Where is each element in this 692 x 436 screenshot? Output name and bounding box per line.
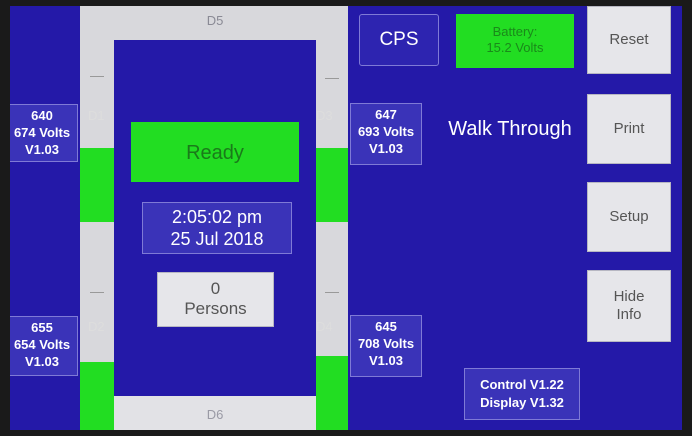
- d2-info-box: 655 654 Volts V1.03: [10, 316, 78, 376]
- left-column-mark-1: [90, 76, 104, 77]
- d3-info-box: 647 693 Volts V1.03: [350, 103, 422, 165]
- right-column-mark-1: [325, 78, 339, 79]
- date-text: 25 Jul 2018: [170, 229, 264, 249]
- hide-info-line2: Info: [616, 306, 642, 323]
- right-detector-column: [316, 6, 348, 430]
- d4-volts: 708 Volts: [357, 336, 415, 351]
- d4-indicator-green: [316, 356, 348, 430]
- reset-label: Reset: [609, 31, 649, 48]
- time-text: 2:05:02 pm: [171, 207, 263, 227]
- d1-info-box: 640 674 Volts V1.03: [10, 104, 78, 162]
- setup-button[interactable]: Setup: [587, 182, 671, 252]
- d3-version: V1.03: [369, 141, 403, 156]
- version-info: Control V1.22 Display V1.32: [464, 368, 580, 420]
- battery-volts: 15.2 Volts: [486, 40, 544, 55]
- d4-label: D4: [316, 319, 333, 334]
- d5-label: D5: [206, 13, 224, 28]
- d1-version: V1.03: [25, 142, 59, 157]
- d5-bar: D5: [114, 6, 316, 40]
- cps-label: CPS: [379, 29, 419, 50]
- left-detector-column: [80, 6, 114, 430]
- hide-info-line1: Hide: [613, 288, 645, 305]
- d3-id: 647: [375, 107, 397, 122]
- display-screen: D5 D6 D1 D2 D3 D4 640 674 Volts V1.03 65…: [10, 6, 682, 430]
- setup-label: Setup: [609, 208, 649, 225]
- d1-label: D1: [88, 108, 105, 123]
- d1-id: 640: [31, 108, 53, 123]
- persons-counter[interactable]: 0 Persons: [157, 272, 274, 327]
- d3-indicator-green: [316, 148, 348, 222]
- print-label: Print: [613, 120, 645, 137]
- d6-label: D6: [206, 407, 224, 422]
- d1-indicator-green: [80, 148, 114, 222]
- display-version: Display V1.32: [480, 395, 564, 410]
- cps-button[interactable]: CPS: [359, 14, 439, 66]
- d2-indicator-green: [80, 362, 114, 430]
- ready-label: Ready: [186, 142, 244, 164]
- persons-label: Persons: [184, 299, 247, 318]
- persons-count: 0: [210, 279, 221, 298]
- d2-id: 655: [31, 320, 53, 335]
- reset-button[interactable]: Reset: [587, 6, 671, 74]
- d2-version: V1.03: [25, 354, 59, 369]
- d1-volts: 674 Volts: [13, 125, 71, 140]
- d6-bar: D6: [114, 396, 316, 430]
- d4-id: 645: [375, 319, 397, 334]
- datetime-box: 2:05:02 pm 25 Jul 2018: [142, 202, 292, 254]
- mode-label: Walk Through: [448, 118, 572, 140]
- d3-volts: 693 Volts: [357, 124, 415, 139]
- right-column-mark-2: [325, 292, 339, 293]
- d2-volts: 654 Volts: [13, 337, 71, 352]
- left-column-mark-2: [90, 292, 104, 293]
- d3-label: D3: [316, 108, 333, 123]
- ready-status: Ready: [131, 122, 299, 182]
- control-version: Control V1.22: [480, 377, 564, 392]
- hide-info-button[interactable]: Hide Info: [587, 270, 671, 342]
- d4-info-box: 645 708 Volts V1.03: [350, 315, 422, 377]
- d4-version: V1.03: [369, 353, 403, 368]
- d2-label: D2: [88, 319, 105, 334]
- battery-label: Battery:: [492, 24, 538, 39]
- battery-indicator: Battery: 15.2 Volts: [456, 14, 574, 68]
- print-button[interactable]: Print: [587, 94, 671, 164]
